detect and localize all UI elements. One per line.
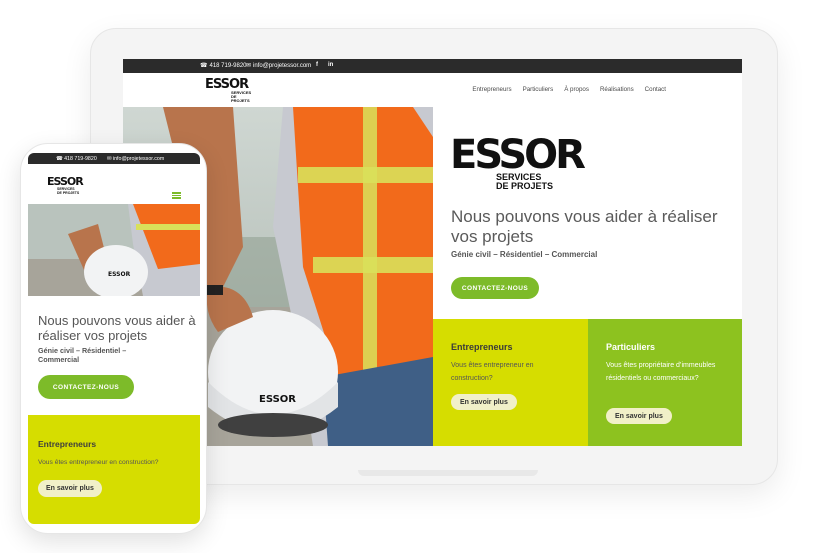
nav-item-contact[interactable]: Contact <box>645 86 666 93</box>
mobile-hero-image: ESSOR <box>28 204 200 296</box>
learn-more-button[interactable]: En savoir plus <box>606 408 672 424</box>
mail-icon: ✉ <box>246 63 252 69</box>
nav-item-entrepreneurs[interactable]: Entrepreneurs <box>472 86 511 93</box>
email-contact[interactable]: ✉ info@projetessor.com <box>246 62 311 70</box>
mobile-contact-button[interactable]: CONTACTEZ-NOUS <box>38 375 134 399</box>
facebook-icon[interactable]: f <box>316 62 318 68</box>
linkedin-icon[interactable]: in <box>328 62 333 68</box>
mobile-hero-subtitle: Génie civil – Résidentiel – Commercial <box>38 346 127 364</box>
card-text: Vous êtes propriétaire d’immeubles résid… <box>606 362 716 382</box>
nav-item-realisations[interactable]: Réalisations <box>600 86 634 93</box>
learn-more-button[interactable]: En savoir plus <box>451 394 517 410</box>
main-nav: ESSOR SERVICES DE PROJETS Entrepreneurs … <box>123 73 742 108</box>
hamburger-menu-icon[interactable] <box>172 192 181 199</box>
mobile-hero-title: Nous pouvons vous aider à réaliser vos p… <box>38 313 196 343</box>
phone-contact[interactable]: ☎ 418 719-9820 <box>200 62 247 70</box>
mobile-worker-photo: ESSOR <box>28 204 200 296</box>
contact-button[interactable]: CONTACTEZ-NOUS <box>451 277 539 299</box>
hero-panel: ESSOR SERVICES DE PROJETS Nous pouvons v… <box>433 107 742 319</box>
card-text: Vous êtes entrepreneur en construction? <box>451 362 534 382</box>
mobile-nav: ESSOR SERVICES DE PROJETS <box>28 164 200 204</box>
mobile-top-bar: ☎ 418 719-9820 ✉ info@projetessor.com <box>28 153 200 164</box>
mobile-email-contact[interactable]: ✉ info@projetessor.com <box>107 156 164 162</box>
mobile-card-title: Entrepreneurs <box>38 439 97 449</box>
phone-frame: ☎ 418 719-9820 ✉ info@projetessor.com ES… <box>20 143 207 534</box>
card-title: Entrepreneurs <box>451 342 513 352</box>
top-bar: ☎ 418 719-9820 ✉ info@projetessor.com f … <box>123 59 742 73</box>
card-entrepreneurs: Entrepreneurs Vous êtes entrepreneur en … <box>433 319 588 446</box>
nav-item-a-propos[interactable]: À propos <box>564 86 589 93</box>
laptop-base <box>358 470 538 476</box>
mobile-logo[interactable]: ESSOR SERVICES DE PROJETS <box>47 176 84 195</box>
hero-subtitle: Génie civil – Résidentiel – Commercial <box>451 250 598 259</box>
card-particuliers: Particuliers Vous êtes propriétaire d’im… <box>588 319 742 446</box>
mobile-phone-contact[interactable]: ☎ 418 719-9820 <box>56 156 97 162</box>
mobile-learn-more-button[interactable]: En savoir plus <box>38 480 102 497</box>
logo[interactable]: ESSOR SERVICES DE PROJETS <box>205 78 255 103</box>
mobile-helmet-logo: ESSOR <box>108 271 131 278</box>
nav-item-particuliers[interactable]: Particuliers <box>523 86 554 93</box>
laptop-screen: ☎ 418 719-9820 ✉ info@projetessor.com f … <box>123 59 742 446</box>
mobile-card-entrepreneurs: Entrepreneurs Vous êtes entrepreneur en … <box>28 415 200 524</box>
card-title: Particuliers <box>606 342 656 352</box>
phone-icon: ☎ <box>200 63 208 69</box>
nav-links: Entrepreneurs Particuliers À propos Réal… <box>472 86 666 93</box>
mobile-card-text: Vous êtes entrepreneur en construction? <box>38 459 159 466</box>
helmet-logo: ESSOR <box>259 394 296 405</box>
phone-screen: ☎ 418 719-9820 ✉ info@projetessor.com ES… <box>28 153 200 524</box>
hero-title: Nous pouvons vous aider à réaliser vos p… <box>451 207 718 246</box>
hero-logo: ESSOR SERVICES DE PROJETS <box>450 132 586 191</box>
